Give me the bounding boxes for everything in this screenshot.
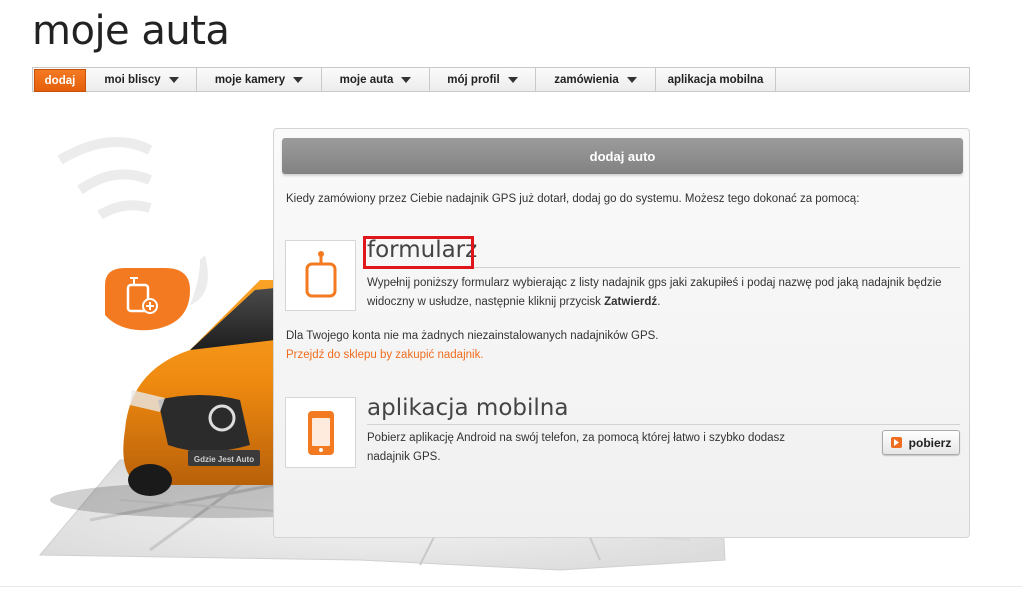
app-description: Pobierz aplikację Android na swój telefo… bbox=[367, 432, 786, 463]
nav-item-label: aplikacja mobilna bbox=[667, 73, 764, 86]
nav-item-moi-bliscy[interactable]: moi bliscy bbox=[87, 68, 197, 91]
nav-item-aplikacja-mobilna[interactable]: aplikacja mobilna bbox=[656, 68, 776, 91]
nav-item-moj-profil[interactable]: mój profil bbox=[430, 68, 536, 91]
nav-item-moje-kamery[interactable]: moje kamery bbox=[197, 68, 322, 91]
chevron-down-icon bbox=[293, 76, 304, 83]
nav-item-label: mój profil bbox=[447, 73, 500, 86]
highlight-box bbox=[363, 236, 474, 269]
footer-divider bbox=[0, 586, 1022, 587]
download-button[interactable]: pobierz bbox=[882, 430, 960, 455]
download-button-label: pobierz bbox=[908, 435, 952, 450]
main-nav: dodaj moi bliscy moje kamery moje auta m… bbox=[32, 67, 970, 92]
chevron-down-icon bbox=[401, 76, 412, 83]
form-description: Wypełnij poniższy formularz wybierając z… bbox=[367, 277, 942, 308]
nav-item-moje-auta[interactable]: moje auta bbox=[322, 68, 430, 91]
no-devices-message: Dla Twojego konta nie ma żadnych niezain… bbox=[286, 330, 659, 342]
panel-header: dodaj auto bbox=[282, 138, 963, 174]
shop-link[interactable]: Przejdź do sklepu by zakupić nadajnik. bbox=[286, 349, 484, 361]
chevron-down-icon bbox=[507, 76, 518, 83]
intro-text: Kiedy zamówiony przez Ciebie nadajnik GP… bbox=[286, 193, 860, 205]
add-device-bubble bbox=[105, 255, 208, 331]
download-arrow-icon bbox=[890, 437, 902, 448]
nav-item-label: dodaj bbox=[44, 74, 76, 87]
add-car-panel: dodaj auto Kiedy zamówiony przez Ciebie … bbox=[273, 128, 970, 538]
divider bbox=[367, 424, 960, 425]
smartphone-icon[interactable] bbox=[285, 397, 356, 468]
app-logo[interactable]: moje auta bbox=[32, 8, 230, 54]
chevron-down-icon bbox=[168, 76, 179, 83]
nav-item-label: moi bliscy bbox=[104, 73, 161, 86]
chevron-down-icon bbox=[626, 76, 637, 83]
nav-item-label: moje auta bbox=[339, 73, 394, 86]
nav-item-label: zamówienia bbox=[554, 73, 619, 86]
license-plate-text: Gdzie Jest Auto bbox=[194, 455, 254, 464]
signal-waves bbox=[57, 137, 153, 220]
nav-item-zamowienia[interactable]: zamówienia bbox=[536, 68, 656, 91]
nav-item-dodaj[interactable]: dodaj bbox=[34, 69, 86, 92]
gps-device-icon[interactable] bbox=[285, 240, 356, 311]
nav-item-label: moje kamery bbox=[214, 73, 286, 86]
section-title-app[interactable]: aplikacja mobilna bbox=[367, 395, 568, 421]
